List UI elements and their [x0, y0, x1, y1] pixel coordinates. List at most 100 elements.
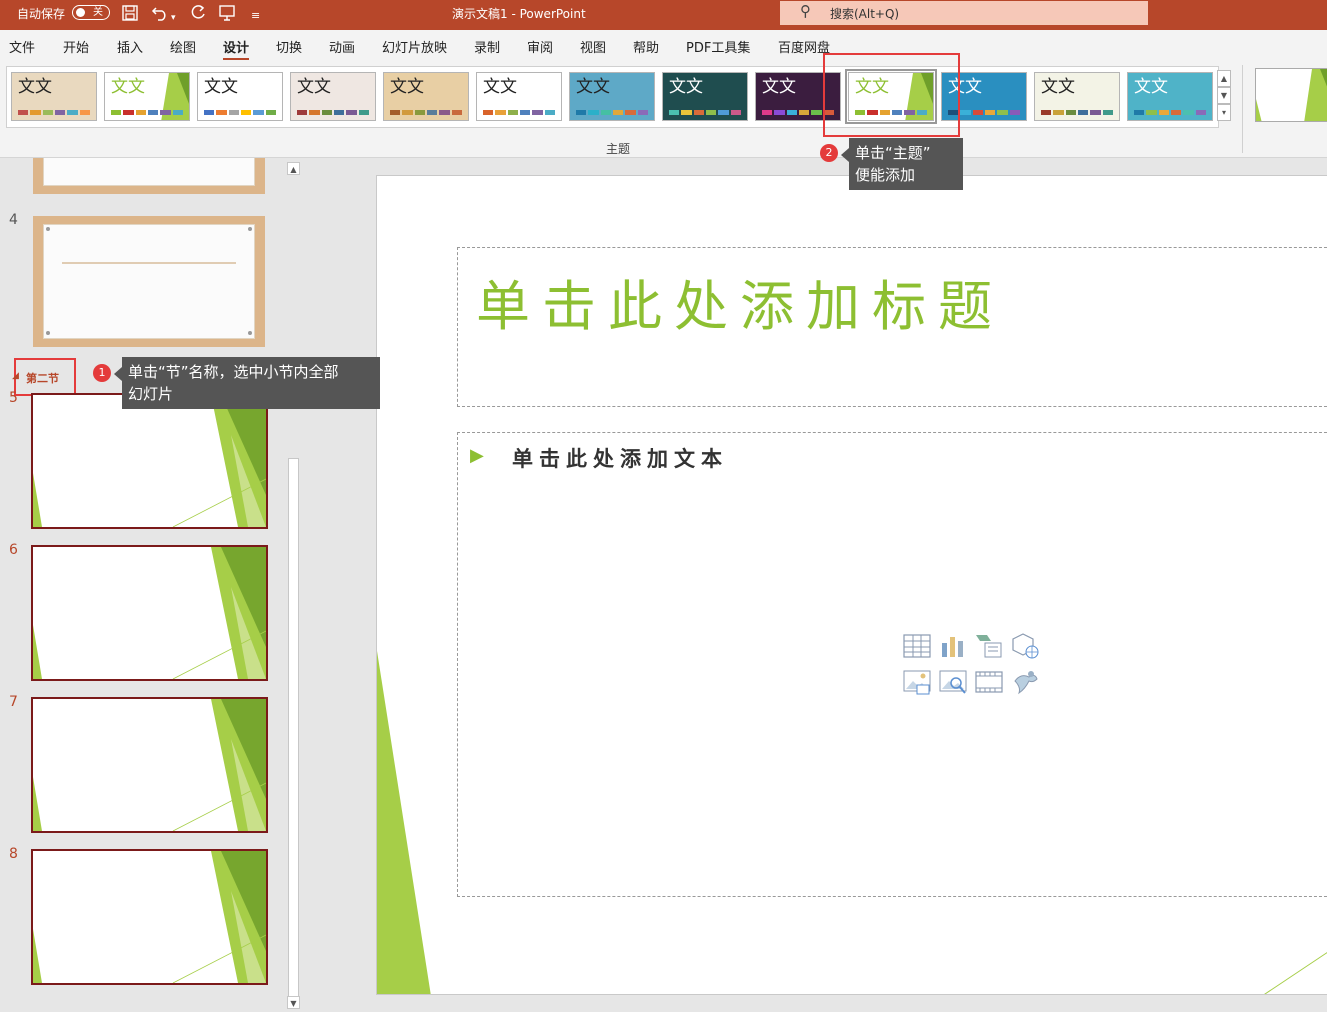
slide-number: 6: [9, 542, 18, 558]
title-placeholder-text: 单击此处添加标题: [476, 275, 1004, 338]
toggle-knob: [76, 8, 85, 17]
theme-thumbnail[interactable]: 文文: [104, 72, 190, 121]
tab-9[interactable]: 审阅: [527, 37, 553, 56]
autosave-state: 关: [93, 7, 103, 18]
theme-thumbnail[interactable]: 文文: [383, 72, 469, 121]
slide-thumbnail[interactable]: [31, 545, 268, 681]
tab-4[interactable]: 设计: [223, 37, 250, 61]
scroll-thumb[interactable]: [288, 458, 299, 998]
tab-7[interactable]: 幻灯片放映: [382, 37, 447, 56]
theme-sample-text: 文文: [297, 77, 331, 97]
tab-8[interactable]: 录制: [474, 37, 500, 56]
theme-color-swatches: [111, 110, 183, 115]
thumbnail-scrollbar[interactable]: ▲ ▼: [286, 158, 301, 1012]
ribbon-tabs: 文件 开始 插入 绘图 设计 切换 动画 幻灯片放映 录制 审阅 视图 帮助 PDF工具集 百度网盘: [0, 30, 1327, 61]
tab-3[interactable]: 绘图: [170, 37, 196, 56]
save-icon[interactable]: [121, 4, 139, 27]
tab-5[interactable]: 切换: [276, 37, 302, 56]
search-placeholder: 搜索(Alt+Q): [830, 7, 900, 21]
theme-thumbnail[interactable]: 文文: [290, 72, 376, 121]
theme-thumbnail[interactable]: 文文: [662, 72, 748, 121]
theme-thumbnail[interactable]: 文文: [11, 72, 97, 121]
slide-thumbnail[interactable]: [31, 697, 268, 833]
slide-thumbnail[interactable]: [31, 393, 268, 529]
tab-2[interactable]: 插入: [117, 37, 143, 56]
bullet-icon: ▶: [470, 445, 484, 466]
tab-0[interactable]: 文件: [9, 37, 35, 56]
thumbnail-paper: [43, 224, 255, 339]
title-bar: 自动保存 关 ▾ ≡ 演示文稿1 - PowerPoint ⚲ 搜索(Alt+Q…: [0, 0, 1327, 30]
slide-thumbnail-panel: 4 ◢ 第二节 5 6 7 8 ▲ ▼: [0, 158, 305, 1012]
scroll-down-icon[interactable]: ▼: [287, 996, 300, 1009]
slide-editor: 单击此处添加标题 ▶ 单击此处添加文本: [305, 158, 1327, 1012]
theme-color-swatches: [483, 110, 555, 115]
slide-thumbnail[interactable]: [33, 158, 265, 194]
undo-icon[interactable]: [151, 4, 169, 27]
theme-sample-text: 文文: [18, 77, 52, 97]
thumbnail-paper: [43, 158, 255, 186]
theme-sample-text: 文文: [576, 77, 610, 97]
insert-table-icon[interactable]: [903, 633, 931, 659]
section-name[interactable]: 第二节: [26, 370, 59, 386]
variant-thumbnail[interactable]: [1255, 68, 1327, 122]
tab-1[interactable]: 开始: [63, 37, 89, 56]
theme-sample-text: 文文: [1134, 77, 1168, 97]
theme-color-swatches: [1041, 110, 1113, 115]
insert-video-icon[interactable]: [975, 669, 1003, 695]
current-slide[interactable]: 单击此处添加标题 ▶ 单击此处添加文本: [376, 175, 1327, 995]
search-box[interactable]: ⚲ 搜索(Alt+Q): [780, 1, 1148, 25]
theme-sample-text: 文文: [762, 77, 796, 97]
theme-sample-text: 文文: [390, 77, 424, 97]
section-header[interactable]: ◢ 第二节: [12, 358, 76, 396]
slide-thumbnail[interactable]: [33, 216, 265, 347]
theme-color-swatches: [18, 110, 90, 115]
theme-color-swatches: [576, 110, 648, 115]
customize-toolbar-icon[interactable]: ≡: [251, 6, 260, 26]
theme-color-swatches: [1134, 110, 1206, 115]
tooltip-line: 幻灯片: [128, 385, 174, 403]
theme-thumbnail[interactable]: 文文: [1034, 72, 1120, 121]
theme-thumbnail[interactable]: 文文: [476, 72, 562, 121]
tooltip-line: 便能添加: [855, 166, 916, 184]
content-placeholder-text: 单击此处添加文本: [512, 446, 728, 471]
slide-number: 5: [9, 390, 18, 406]
insert-icons-icon[interactable]: [1011, 669, 1039, 695]
insert-stock-images-icon[interactable]: [939, 669, 967, 695]
tab-12[interactable]: PDF工具集: [686, 37, 750, 56]
insert-picture-icon[interactable]: [903, 669, 931, 695]
theme-thumbnail[interactable]: 文文: [197, 72, 283, 121]
redo-icon[interactable]: [189, 4, 207, 27]
section-collapse-icon[interactable]: ◢: [12, 371, 19, 381]
section-tooltip: 单击“节”名称，选中小节内全部 幻灯片: [114, 357, 380, 409]
gallery-up-icon[interactable]: ▲: [1217, 70, 1231, 87]
gallery-down-icon[interactable]: ▼: [1217, 87, 1231, 104]
scroll-up-icon[interactable]: ▲: [287, 162, 300, 175]
start-slideshow-icon[interactable]: [218, 4, 236, 27]
design-ribbon: 文文 文文 文文 文文 文文 文文 文文 文文 文文 文文 文文 文文 文文 ▲ ▼ ▾ 主题: [0, 60, 1327, 158]
slide-number: 4: [9, 212, 18, 228]
theme-color-swatches: [390, 110, 462, 115]
tab-11[interactable]: 帮助: [633, 37, 659, 56]
title-placeholder[interactable]: 单击此处添加标题: [457, 247, 1327, 407]
gallery-more-icon[interactable]: ▾: [1217, 104, 1231, 121]
insert-smartart-icon[interactable]: [975, 633, 1003, 659]
theme-sample-text: 文文: [111, 77, 145, 97]
undo-dropdown-icon[interactable]: ▾: [171, 8, 176, 28]
theme-color-swatches: [297, 110, 369, 115]
search-icon: ⚲: [800, 2, 811, 20]
theme-sample-text: 文文: [669, 77, 703, 97]
document-title: 演示文稿1 - PowerPoint: [452, 7, 586, 21]
theme-thumbnail[interactable]: 文文: [569, 72, 655, 121]
slide-thumbnail[interactable]: [31, 849, 268, 985]
ribbon-separator: [1242, 65, 1243, 153]
tab-10[interactable]: 视图: [580, 37, 606, 56]
insert-content-icons: [903, 633, 1048, 703]
theme-color-swatches: [204, 110, 276, 115]
insert-3d-model-icon[interactable]: [1011, 633, 1039, 659]
theme-thumbnail[interactable]: 文文: [1127, 72, 1213, 121]
tab-6[interactable]: 动画: [329, 37, 355, 56]
tooltip-line: 单击“主题”: [855, 144, 931, 162]
insert-chart-icon[interactable]: [939, 633, 967, 659]
content-placeholder[interactable]: ▶ 单击此处添加文本: [457, 432, 1327, 897]
autosave-toggle[interactable]: 关: [72, 5, 110, 20]
